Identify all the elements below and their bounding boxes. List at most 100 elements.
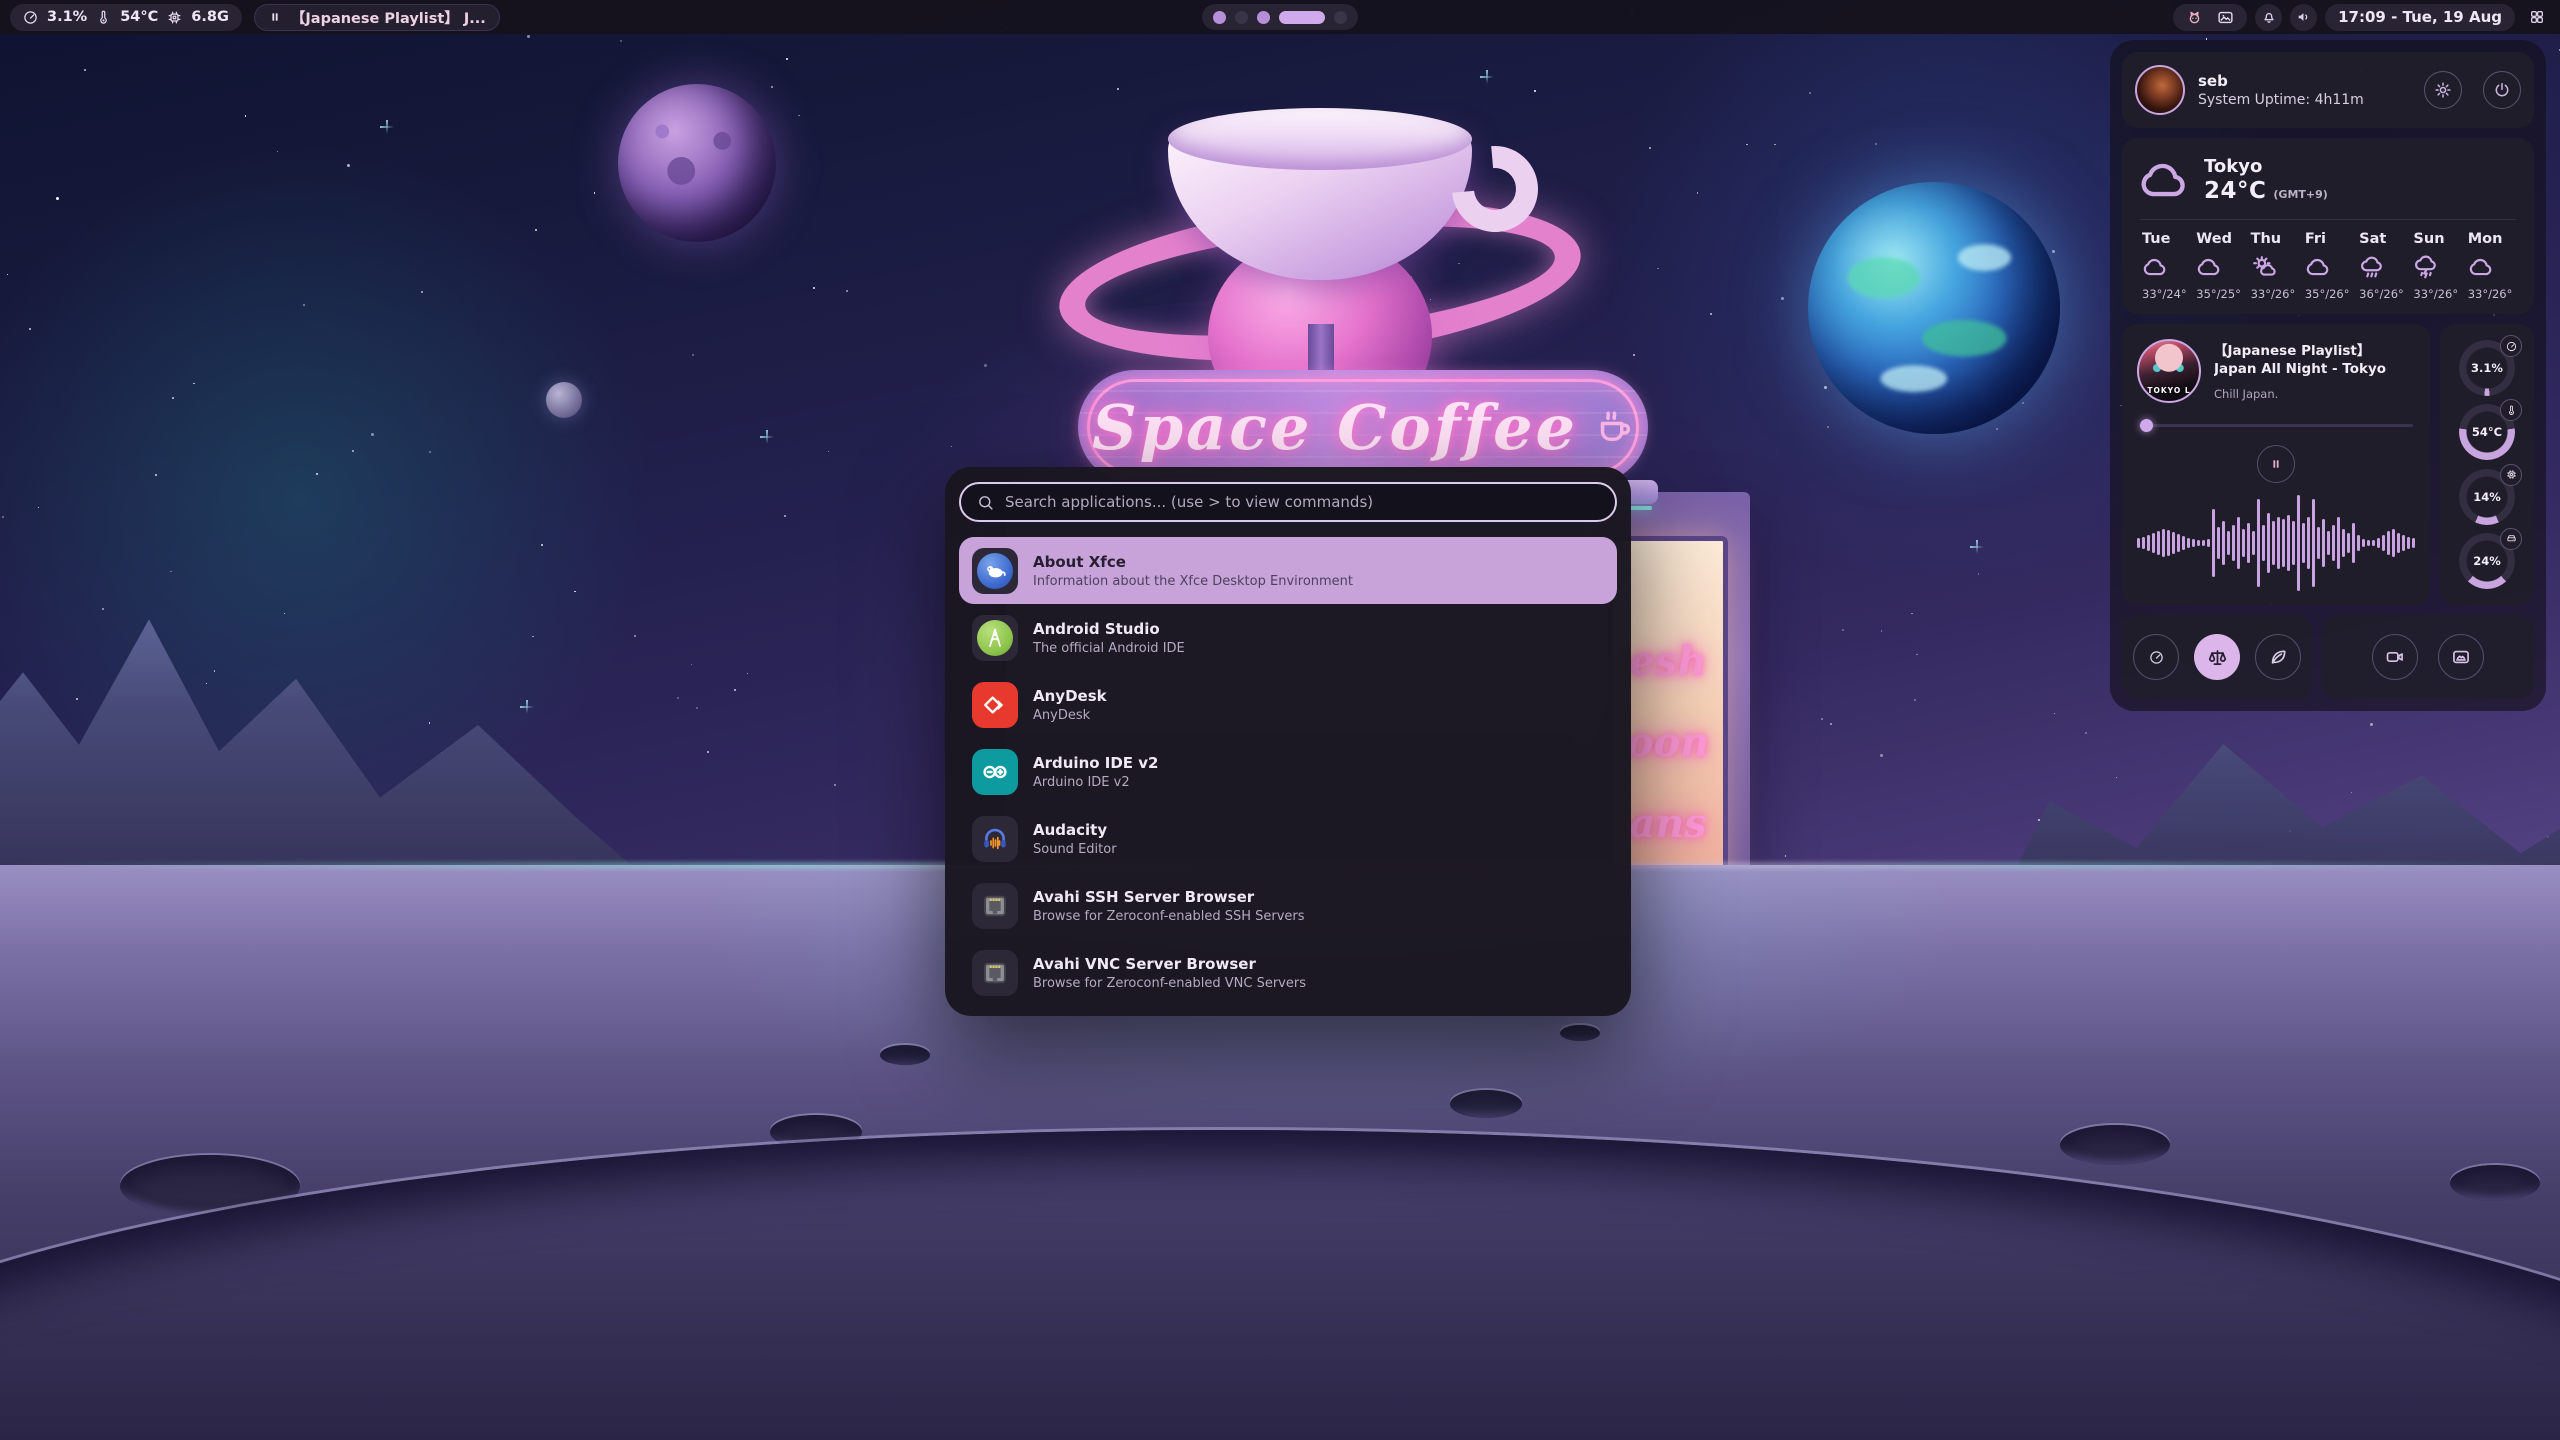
- visualizer-bar: [2207, 539, 2210, 547]
- visualizer-bar: [2357, 535, 2360, 551]
- app-name: Avahi SSH Server Browser: [1033, 888, 1305, 906]
- pet-icon[interactable]: [2186, 9, 2203, 26]
- media-player-card: TOKYO L 【Japanese Playlist】 Japan All Ni…: [2122, 324, 2430, 605]
- visualizer-bar: [2252, 531, 2255, 555]
- workspace-dot-5[interactable]: [1334, 11, 1347, 24]
- sign-text: Space Coffee: [1092, 391, 1578, 464]
- visualizer-bar: [2192, 539, 2195, 547]
- visualizer-bar: [2302, 523, 2305, 563]
- network-icon: [972, 883, 1018, 929]
- play-pause-button[interactable]: [2257, 445, 2295, 483]
- temperature-icon: [96, 10, 111, 25]
- visualizer-bar: [2317, 527, 2320, 559]
- search-bar[interactable]: [959, 482, 1617, 522]
- app-grid-button[interactable]: [2523, 4, 2550, 31]
- forecast-temps: 35°/25°: [2196, 287, 2241, 301]
- clock-label: 17:09 - Tue, 19 Aug: [2338, 8, 2502, 26]
- workspace-dot-2[interactable]: [1235, 11, 1248, 24]
- settings-button[interactable]: [2424, 71, 2462, 109]
- visualizer-bar: [2297, 495, 2300, 591]
- album-art-text: TOKYO L: [2139, 386, 2199, 395]
- earth-planet: [1808, 182, 2060, 434]
- seek-track: [2139, 424, 2413, 427]
- visualizer-bar: [2187, 538, 2190, 548]
- album-art[interactable]: TOKYO L: [2137, 339, 2201, 403]
- visualizer-bar: [2212, 509, 2215, 577]
- thermometer-icon: [2500, 399, 2522, 421]
- forecast-day-label: Sun: [2413, 231, 2444, 247]
- memory-icon: [167, 10, 182, 25]
- wallpaper-icon[interactable]: [2217, 9, 2234, 26]
- screenshot-button[interactable]: [2438, 634, 2484, 680]
- speedometer-icon: [2500, 335, 2522, 357]
- app-description: Information about the Xfce Desktop Envir…: [1033, 574, 1353, 589]
- app-list-item[interactable]: AnyDeskAnyDesk: [959, 671, 1617, 738]
- workspace-dot-3[interactable]: [1257, 11, 1270, 24]
- app-name: Avahi VNC Server Browser: [1033, 955, 1306, 973]
- speedometer-icon: [2149, 650, 2164, 665]
- seek-thumb[interactable]: [2140, 419, 2153, 432]
- forecast-day-label: Wed: [2196, 231, 2232, 247]
- pause-icon: [268, 10, 282, 24]
- workspace-dot-4[interactable]: [1279, 11, 1325, 24]
- volume-button[interactable]: [2290, 4, 2317, 31]
- app-list-item[interactable]: Android StudioThe official Android IDE: [959, 604, 1617, 671]
- app-list-item[interactable]: Arduino IDE v2Arduino IDE v2: [959, 738, 1617, 805]
- forecast-temps: 33°/26°: [2468, 287, 2513, 301]
- visualizer-bar: [2347, 533, 2350, 553]
- forecast-temps: 33°/24°: [2142, 287, 2187, 301]
- power-profile-balanced-button[interactable]: [2194, 634, 2240, 680]
- moon-crater: [2450, 1165, 2540, 1201]
- workspace-switcher[interactable]: [1202, 4, 1358, 30]
- visualizer-bar: [2322, 519, 2325, 567]
- cloud-icon: [2305, 254, 2331, 280]
- forecast-day-thu: Thu33°/26°: [2247, 231, 2301, 301]
- app-list-item[interactable]: AudacitySound Editor: [959, 805, 1617, 872]
- system-stats-pill[interactable]: 3.1% 54°C 6.8G: [10, 4, 242, 31]
- window-neon-text: oon: [1627, 719, 1709, 766]
- app-name: About Xfce: [1033, 553, 1353, 571]
- visualizer-bar: [2362, 539, 2365, 547]
- now-playing-pill[interactable]: 【Japanese Playlist】 J...: [254, 4, 500, 31]
- visualizer-bar: [2182, 536, 2185, 550]
- clock[interactable]: 17:09 - Tue, 19 Aug: [2325, 4, 2515, 31]
- avatar[interactable]: [2135, 65, 2185, 115]
- visualizer-bar: [2172, 532, 2175, 554]
- workspace-dot-1[interactable]: [1213, 11, 1226, 24]
- screen-record-button[interactable]: [2372, 634, 2418, 680]
- visualizer-bar: [2377, 538, 2380, 548]
- power-button[interactable]: [2483, 71, 2521, 109]
- visualizer-bar: [2272, 521, 2275, 565]
- visualizer-bar: [2157, 531, 2160, 555]
- xfce-icon: [972, 548, 1018, 594]
- audacity-icon: [972, 816, 1018, 862]
- notifications-button[interactable]: [2255, 4, 2282, 31]
- visualizer-bar: [2397, 533, 2400, 553]
- forecast-day-label: Tue: [2142, 231, 2170, 247]
- power-profile-power-saver-button[interactable]: [2255, 634, 2301, 680]
- visualizer-bar: [2147, 535, 2150, 551]
- seek-slider[interactable]: [2137, 419, 2415, 432]
- tray-applets-pill: [2173, 4, 2247, 31]
- app-list-item[interactable]: About Xfce Information about the Xfce Des…: [959, 537, 1617, 604]
- app-launcher-dialog: About Xfce Information about the Xfce Des…: [945, 467, 1631, 1016]
- forecast-temps: 33°/26°: [2251, 287, 2296, 301]
- app-list: About Xfce Information about the Xfce Des…: [959, 537, 1617, 1006]
- visualizer-bar: [2222, 521, 2225, 565]
- search-input[interactable]: [1005, 493, 1599, 511]
- power-profile-performance-button[interactable]: [2133, 634, 2179, 680]
- forecast-day-mon: Mon33°/26°: [2464, 231, 2518, 301]
- visualizer-bar: [2337, 517, 2340, 569]
- capture-tools-card: [2322, 615, 2534, 699]
- app-list-item[interactable]: Avahi VNC Server BrowserBrowse for Zeroc…: [959, 939, 1617, 1006]
- visualizer-bar: [2177, 534, 2180, 552]
- small-moon: [546, 382, 582, 418]
- cloud-icon: [2468, 254, 2494, 280]
- app-list-item[interactable]: Avahi SSH Server BrowserBrowse for Zeroc…: [959, 872, 1617, 939]
- forecast-day-tue: Tue 33°/24°: [2138, 231, 2192, 301]
- screenshot-icon: [2451, 647, 2471, 667]
- app-grid-icon: [2529, 9, 2545, 25]
- weather-card: Tokyo 24°C (GMT+9) Tue33°/24°Wed35°/25°T…: [2122, 138, 2534, 314]
- widgets-sidebar: seb System Uptime: 4h11m Tokyo 24°C (GMT…: [2110, 40, 2546, 711]
- visualizer-bar: [2247, 523, 2250, 563]
